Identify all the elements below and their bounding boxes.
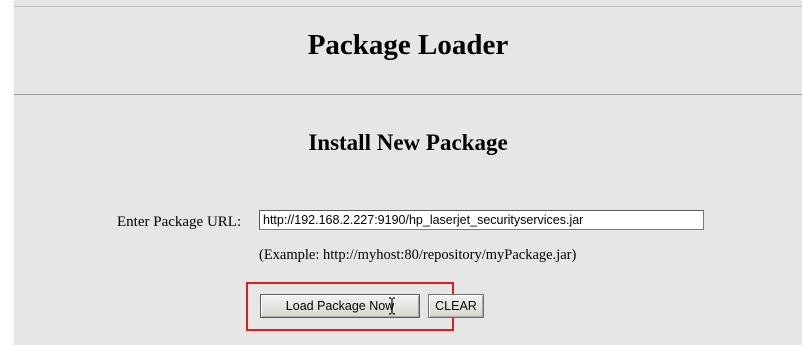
package-url-label: Enter Package URL: [117,214,242,230]
package-loader-panel: Package Loader Install New Package Enter… [14,0,802,345]
text-cursor-icon [389,297,395,315]
left-margin [0,0,14,345]
section-divider [14,94,802,95]
clear-button[interactable]: CLEAR [428,294,484,318]
section-title: Install New Package [308,130,508,155]
top-divider [14,6,802,7]
package-url-input[interactable] [259,210,704,230]
page-title: Package Loader [307,29,509,61]
example-hint: (Example: http://myhost:80/repository/my… [259,247,577,263]
